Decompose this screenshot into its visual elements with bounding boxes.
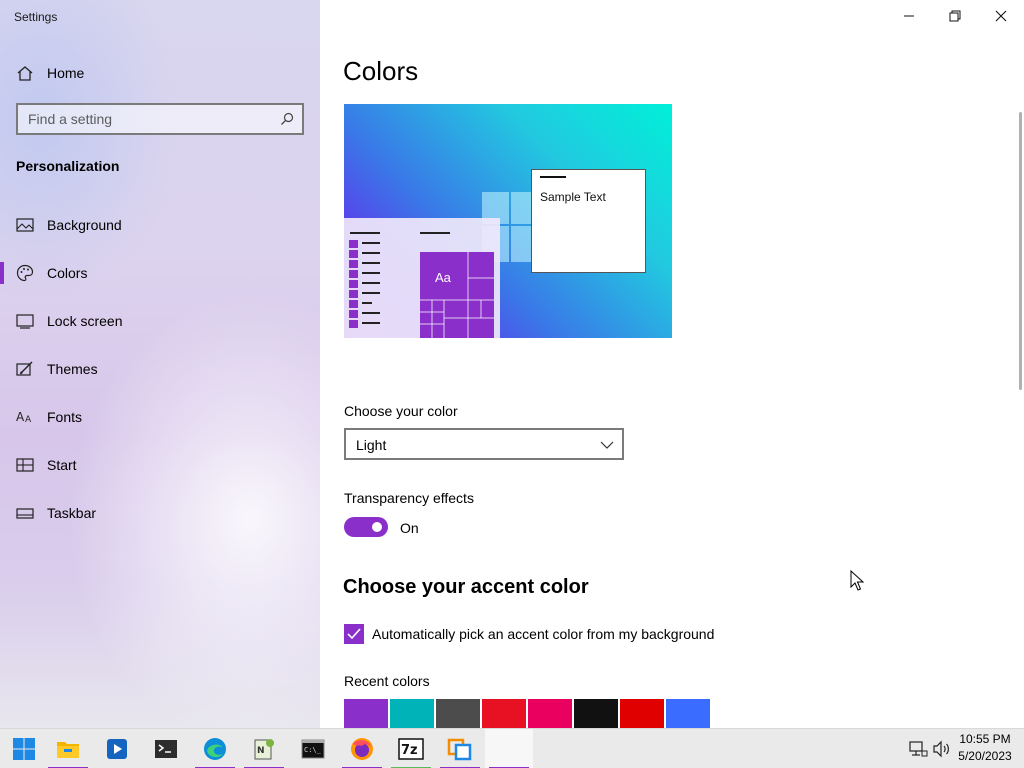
color-swatch[interactable] bbox=[390, 699, 434, 728]
color-swatch[interactable] bbox=[528, 699, 572, 728]
sidebar-item-label: Background bbox=[47, 217, 122, 233]
nav-home-label: Home bbox=[47, 65, 85, 81]
transparency-label: Transparency effects bbox=[344, 490, 474, 506]
color-swatch[interactable] bbox=[666, 699, 710, 728]
page-title: Colors bbox=[343, 56, 419, 86]
picture-icon bbox=[16, 216, 34, 234]
taskbar-clock[interactable]: 10:55 PM 5/20/2023 bbox=[950, 731, 1020, 765]
folder-icon bbox=[57, 742, 79, 758]
choose-color-label: Choose your color bbox=[344, 403, 458, 419]
palette-icon bbox=[16, 264, 34, 282]
taskbar-7zip[interactable]: 7z bbox=[387, 729, 435, 768]
preview-app-list bbox=[349, 240, 380, 328]
svg-text:C:\_: C:\_ bbox=[304, 746, 322, 754]
nav-home[interactable]: Home bbox=[0, 58, 320, 88]
edge-browser-icon bbox=[204, 738, 226, 760]
7zip-icon: 7z bbox=[398, 738, 424, 760]
selection-indicator bbox=[0, 262, 4, 284]
taskbar-edge[interactable] bbox=[191, 729, 239, 768]
auto-accent-checkbox[interactable] bbox=[344, 624, 364, 644]
sidebar-item-start[interactable]: Start bbox=[0, 445, 320, 485]
terminal-icon bbox=[155, 740, 177, 758]
sidebar-item-label: Taskbar bbox=[47, 505, 97, 521]
recent-colors-label: Recent colors bbox=[344, 673, 430, 689]
color-swatch[interactable] bbox=[574, 699, 618, 728]
auto-accent-label: Automatically pick an accent color from … bbox=[372, 626, 715, 642]
taskbar-notepad-plus-plus[interactable]: N bbox=[240, 729, 288, 768]
font-icon: AA bbox=[16, 408, 34, 426]
sidebar-item-label: Lock screen bbox=[47, 313, 123, 329]
clock-date: 5/20/2023 bbox=[958, 749, 1012, 763]
taskbar-icon bbox=[16, 504, 34, 522]
brush-icon bbox=[16, 360, 34, 378]
svg-text:A: A bbox=[16, 410, 25, 424]
settings-sidebar: Settings Home Personalization Background… bbox=[0, 0, 320, 728]
os-taskbar: N C:\_ 7z bbox=[0, 728, 1024, 768]
virtual-machine-icon bbox=[447, 738, 472, 761]
checkmark-icon bbox=[347, 628, 361, 640]
taskbar-terminal[interactable] bbox=[142, 729, 190, 768]
color-swatch[interactable] bbox=[620, 699, 664, 728]
recent-colors-swatches bbox=[344, 699, 710, 728]
minimize-icon bbox=[904, 15, 914, 17]
taskbar-firefox[interactable] bbox=[338, 729, 386, 768]
search-box[interactable] bbox=[16, 103, 304, 135]
svg-text:7z: 7z bbox=[401, 743, 418, 758]
home-icon bbox=[16, 65, 34, 81]
mouse-cursor-icon bbox=[850, 570, 865, 591]
clock-time: 10:55 PM bbox=[959, 732, 1011, 746]
volume-icon[interactable] bbox=[932, 739, 952, 759]
taskbar-media-player[interactable] bbox=[93, 729, 141, 768]
media-player-icon bbox=[107, 739, 127, 759]
sidebar-item-label: Themes bbox=[47, 361, 98, 377]
section-title: Personalization bbox=[16, 158, 120, 174]
start-button[interactable] bbox=[0, 729, 48, 768]
lock-screen-icon bbox=[16, 312, 34, 330]
minimize-button[interactable] bbox=[886, 0, 932, 32]
sidebar-item-taskbar[interactable]: Taskbar bbox=[0, 493, 320, 533]
preview-tiles: Aa bbox=[420, 252, 494, 338]
chevron-down-icon bbox=[600, 438, 614, 452]
transparency-toggle[interactable] bbox=[344, 517, 388, 537]
network-icon[interactable] bbox=[908, 739, 928, 759]
color-swatch[interactable] bbox=[436, 699, 480, 728]
restore-button[interactable] bbox=[932, 0, 978, 32]
sidebar-item-lock-screen[interactable]: Lock screen bbox=[0, 301, 320, 341]
sidebar-item-themes[interactable]: Themes bbox=[0, 349, 320, 389]
choose-color-value: Light bbox=[356, 437, 387, 453]
choose-color-dropdown[interactable]: Light bbox=[344, 428, 624, 460]
taskbar-file-explorer[interactable] bbox=[44, 729, 92, 768]
start-icon bbox=[16, 456, 34, 474]
close-icon bbox=[995, 10, 1007, 22]
sidebar-item-label: Colors bbox=[47, 265, 88, 281]
command-prompt-icon: C:\_ bbox=[301, 739, 325, 759]
color-swatch[interactable] bbox=[344, 699, 388, 728]
sidebar-item-background[interactable]: Background bbox=[0, 205, 320, 245]
windows-logo-icon bbox=[13, 738, 35, 760]
svg-text:N: N bbox=[257, 746, 265, 756]
content-scrollbar[interactable] bbox=[1019, 112, 1022, 390]
close-button[interactable] bbox=[978, 0, 1024, 32]
app-title: Settings bbox=[14, 10, 58, 24]
sidebar-item-colors[interactable]: Colors bbox=[0, 253, 320, 293]
notepad-plus-plus-icon: N bbox=[254, 739, 274, 760]
taskbar-command-prompt[interactable]: C:\_ bbox=[289, 729, 337, 768]
toggle-knob bbox=[372, 522, 382, 532]
firefox-icon bbox=[351, 738, 373, 760]
sidebar-item-label: Start bbox=[47, 457, 77, 473]
accent-heading: Choose your accent color bbox=[343, 576, 589, 598]
taskbar-settings[interactable] bbox=[485, 729, 533, 768]
color-swatch[interactable] bbox=[482, 699, 526, 728]
restore-icon bbox=[949, 10, 961, 22]
preview-sample-text: Sample Text bbox=[540, 190, 606, 204]
preview-sample-window: Sample Text bbox=[531, 169, 646, 273]
sidebar-item-label: Fonts bbox=[47, 409, 83, 425]
search-input[interactable] bbox=[18, 105, 302, 133]
theme-preview: Aa Sample Text bbox=[344, 104, 672, 338]
transparency-state: On bbox=[400, 520, 419, 536]
svg-text:A: A bbox=[25, 415, 32, 425]
sidebar-item-fonts[interactable]: AA Fonts bbox=[0, 397, 320, 437]
search-icon[interactable] bbox=[280, 112, 294, 126]
taskbar-virtual-machine[interactable] bbox=[436, 729, 484, 768]
